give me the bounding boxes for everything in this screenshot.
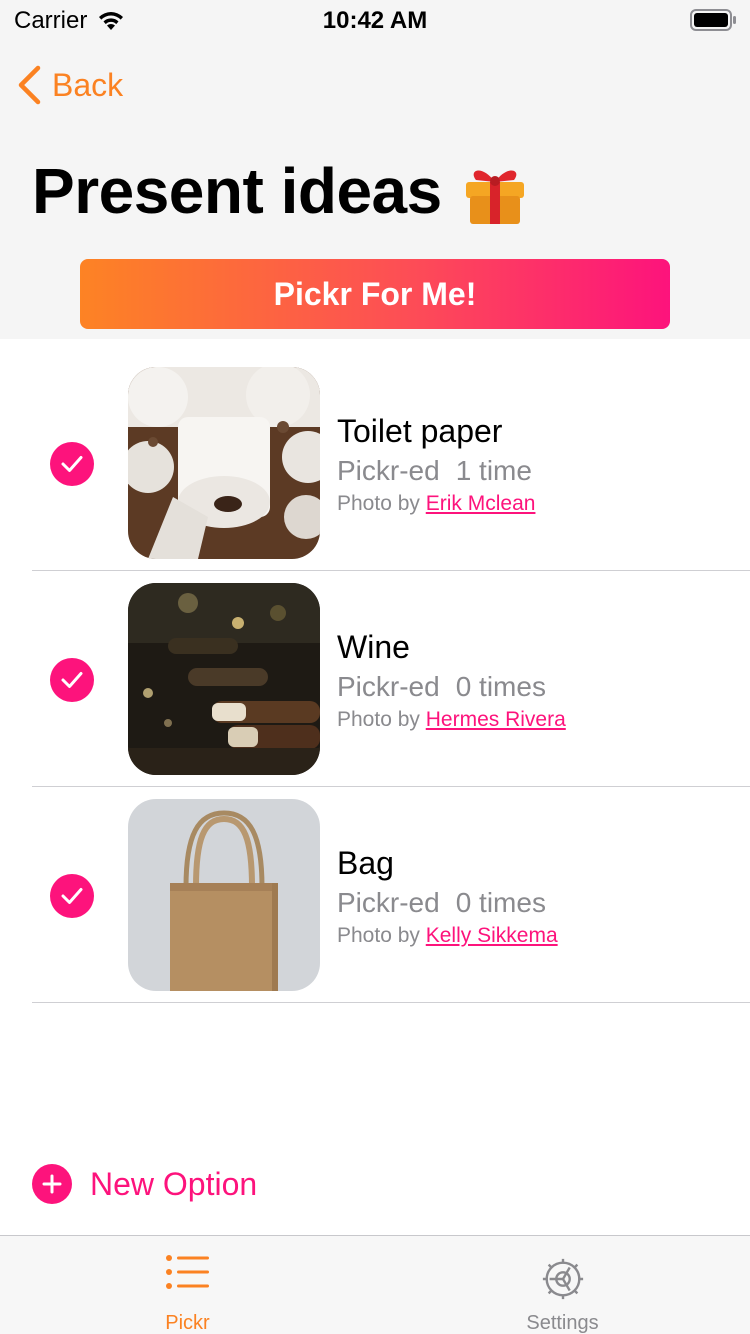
pick-count-prefix: Pickr-ed — [337, 887, 440, 918]
page-title: Present ideas — [32, 155, 442, 227]
tab-settings-label: Settings — [526, 1312, 599, 1334]
pick-count: Pickr-ed 0 times — [337, 669, 566, 705]
wine-bottles-photo — [128, 583, 320, 775]
photographer-link[interactable]: Kelly Sikkema — [426, 924, 558, 947]
option-checkmark[interactable] — [50, 442, 94, 486]
pick-count: Pickr-ed 0 times — [337, 885, 558, 921]
new-option-label: New Option — [90, 1165, 258, 1202]
pick-count-prefix: Pickr-ed — [337, 455, 440, 486]
pickr-for-me-label: Pickr For Me! — [273, 275, 477, 312]
tab-settings[interactable]: Settings — [375, 1236, 750, 1334]
option-text: Toilet paper Pickr-ed 1 time Photo by Eri… — [337, 411, 535, 519]
photographer-link[interactable]: Erik Mclean — [426, 492, 536, 515]
option-name: Wine — [337, 629, 410, 665]
photo-credit-prefix: Photo by — [337, 492, 420, 515]
photo-credit: Photo by Erik Mclean — [337, 489, 535, 519]
gear-icon — [542, 1258, 583, 1300]
photo-credit-prefix: Photo by — [337, 708, 420, 731]
new-option-button[interactable]: New Option — [32, 1164, 257, 1204]
back-button[interactable]: Back — [16, 64, 123, 106]
tab-bar: Pickr Settings — [0, 1235, 750, 1334]
list-icon — [165, 1255, 209, 1289]
photo-credit: Photo by Kelly Sikkema — [337, 921, 558, 951]
pick-count-value: 1 time — [455, 455, 532, 486]
option-row-bag[interactable]: Bag Pickr-ed 0 times Photo by Kelly Sikke… — [0, 787, 750, 1003]
option-text: Wine Pickr-ed 0 times Photo by Hermes Riv… — [337, 627, 566, 735]
checkmark-icon — [61, 888, 83, 904]
tab-pickr[interactable]: Pickr — [0, 1236, 375, 1334]
toilet-paper-photo — [128, 367, 320, 559]
option-row-toilet-paper[interactable]: Toilet paper Pickr-ed 1 time Photo by Eri… — [0, 355, 750, 571]
tab-pickr-label: Pickr — [165, 1312, 210, 1334]
photo-credit: Photo by Hermes Rivera — [337, 705, 566, 735]
back-label: Back — [52, 66, 124, 103]
plus-icon — [32, 1164, 72, 1204]
gift-icon — [465, 170, 524, 224]
status-bar: Carrier 10:42 AM — [0, 0, 750, 40]
option-row-wine[interactable]: Wine Pickr-ed 0 times Photo by Hermes Riv… — [0, 571, 750, 787]
title-row: Present ideas — [32, 154, 530, 228]
battery-icon — [690, 9, 736, 31]
option-checkmark[interactable] — [50, 874, 94, 918]
option-name: Bag — [337, 845, 394, 881]
option-name: Toilet paper — [337, 413, 503, 449]
paper-bag-photo — [128, 799, 320, 991]
photo-credit-prefix: Photo by — [337, 924, 420, 947]
checkmark-icon — [61, 456, 83, 472]
pick-count: Pickr-ed 1 time — [337, 453, 535, 489]
checkmark-icon — [61, 672, 83, 688]
pick-count-value: 0 times — [455, 887, 546, 918]
clock: 10:42 AM — [322, 7, 428, 34]
pick-count-prefix: Pickr-ed — [337, 671, 440, 702]
pickr-for-me-button[interactable]: Pickr For Me! — [80, 259, 670, 329]
row-divider — [32, 1002, 750, 1003]
pick-count-value: 0 times — [455, 671, 546, 702]
chevron-left-icon — [18, 65, 41, 105]
options-list: Toilet paper Pickr-ed 1 time Photo by Eri… — [0, 355, 750, 1003]
option-text: Bag Pickr-ed 0 times Photo by Kelly Sikke… — [337, 843, 558, 951]
option-checkmark[interactable] — [50, 658, 94, 702]
photographer-link[interactable]: Hermes Rivera — [426, 708, 566, 731]
